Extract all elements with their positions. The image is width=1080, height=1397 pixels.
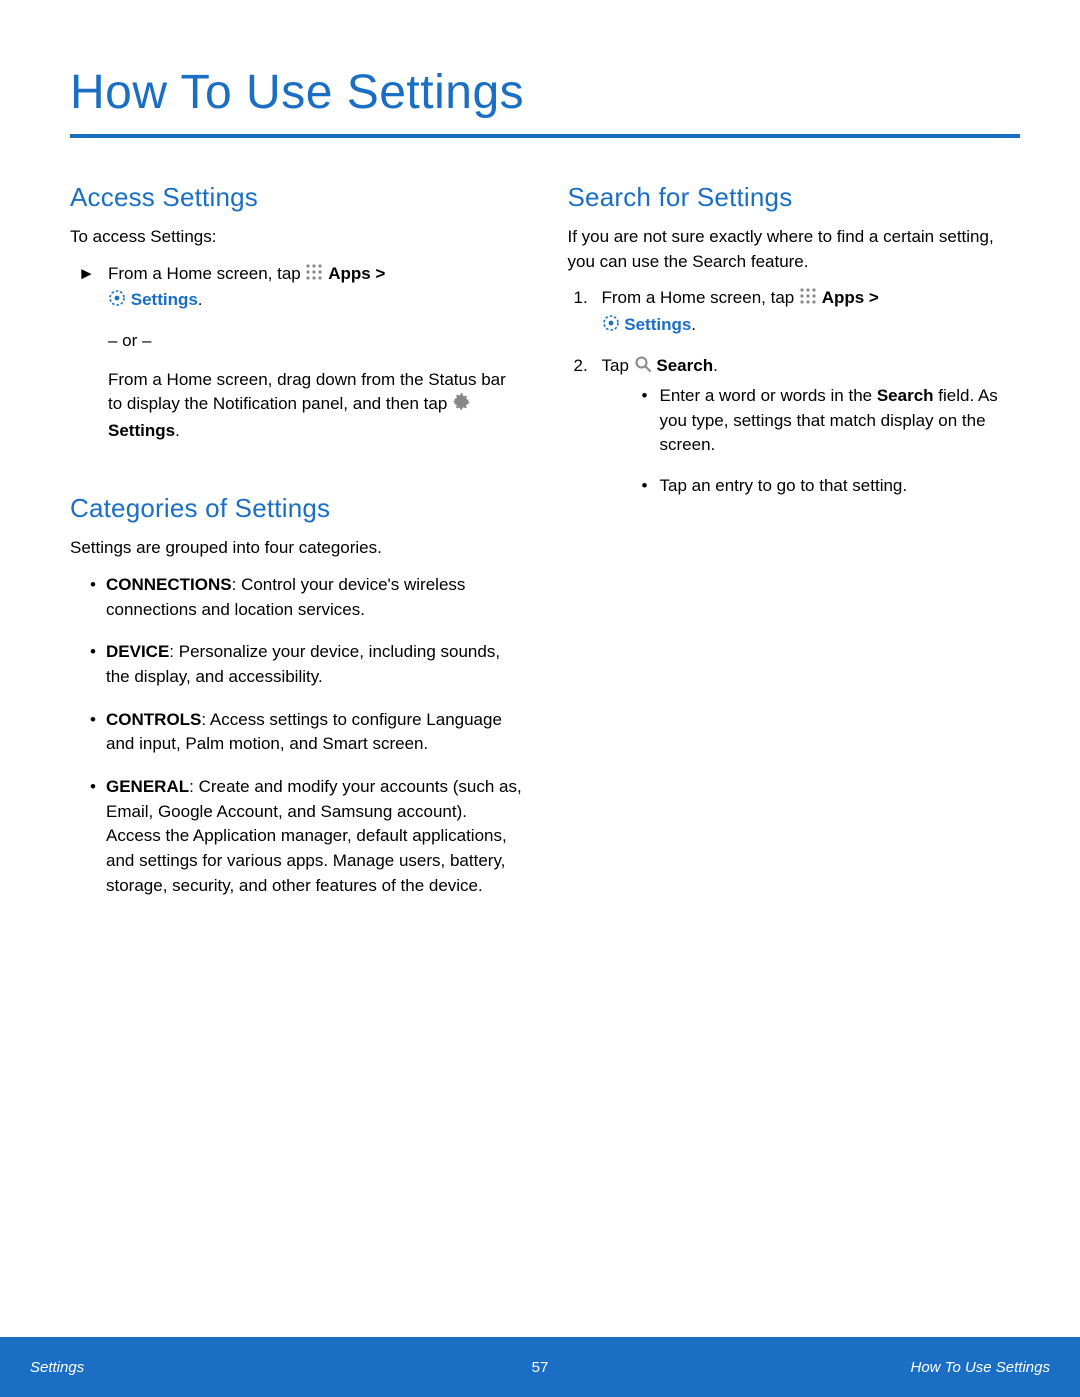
step-number: 1. <box>574 286 588 311</box>
access-step-primary: ► From a Home screen, tap Apps > Setting… <box>70 262 523 315</box>
categories-list: CONNECTIONS: Control your device's wirel… <box>70 573 523 898</box>
period: . <box>198 290 203 309</box>
apps-grid-icon <box>305 263 323 289</box>
categories-heading: Categories of Settings <box>70 493 523 524</box>
category-label: GENERAL <box>106 777 189 796</box>
substep-a-pre: Enter a word or words in the <box>660 386 877 405</box>
triangle-marker-icon: ► <box>78 262 95 287</box>
step-number: 2. <box>574 354 588 379</box>
period: . <box>713 356 718 375</box>
footer-page-number: 57 <box>532 1359 549 1376</box>
access-settings-heading: Access Settings <box>70 182 523 213</box>
gear-icon <box>452 393 470 419</box>
access-alt-prefix: From a Home screen, drag down from the S… <box>108 370 506 414</box>
access-step-alt: From a Home screen, drag down from the S… <box>70 368 523 444</box>
search-step-2: 2. Tap Search. Enter a word or words in … <box>568 354 1021 499</box>
settings-ring-icon <box>602 314 620 340</box>
search-settings-heading: Search for Settings <box>568 182 1021 213</box>
or-separator: – or – <box>70 329 523 354</box>
page-title: How To Use Settings <box>70 65 1020 138</box>
categories-intro: Settings are grouped into four categorie… <box>70 536 523 561</box>
apps-label: Apps <box>822 288 865 307</box>
settings-ring-icon <box>108 289 126 315</box>
search-steps: 1. From a Home screen, tap Apps > Settin… <box>568 286 1021 498</box>
search-icon <box>634 355 652 381</box>
category-item: CONNECTIONS: Control your device's wirel… <box>90 573 523 622</box>
access-step-text-prefix: From a Home screen, tap <box>108 264 305 283</box>
access-intro: To access Settings: <box>70 225 523 250</box>
search-intro: If you are not sure exactly where to fin… <box>568 225 1021 274</box>
page-footer: Settings 57 How To Use Settings <box>0 1337 1080 1397</box>
category-label: DEVICE <box>106 642 169 661</box>
period: . <box>691 315 696 334</box>
settings-label-blue: Settings <box>624 315 691 334</box>
footer-right: How To Use Settings <box>910 1359 1050 1376</box>
step2-prefix: Tap <box>602 356 634 375</box>
category-item: CONTROLS: Access settings to configure L… <box>90 708 523 757</box>
search-step-1: 1. From a Home screen, tap Apps > Settin… <box>568 286 1021 339</box>
substep-b: Tap an entry to go to that setting. <box>660 476 908 495</box>
left-column: Access Settings To access Settings: ► Fr… <box>70 182 523 918</box>
search-substep: Enter a word or words in the Search fiel… <box>642 384 1021 458</box>
gt-separator: > <box>864 288 879 307</box>
two-column-layout: Access Settings To access Settings: ► Fr… <box>70 182 1020 918</box>
substep-a-bold: Search <box>877 386 934 405</box>
apps-grid-icon <box>799 287 817 313</box>
category-label: CONNECTIONS <box>106 575 232 594</box>
period-2: . <box>175 421 180 440</box>
settings-label-blue: Settings <box>131 290 198 309</box>
apps-label: Apps <box>328 264 371 283</box>
footer-left: Settings <box>30 1359 84 1376</box>
search-substeps: Enter a word or words in the Search fiel… <box>602 384 1021 499</box>
search-substep: Tap an entry to go to that setting. <box>642 474 1021 499</box>
right-column: Search for Settings If you are not sure … <box>568 182 1021 918</box>
category-item: DEVICE: Personalize your device, includi… <box>90 640 523 689</box>
page-content: How To Use Settings Access Settings To a… <box>0 0 1080 918</box>
step1-prefix: From a Home screen, tap <box>602 288 799 307</box>
search-label: Search <box>656 356 713 375</box>
settings-label-bold: Settings <box>108 421 175 440</box>
gt-separator: > <box>371 264 386 283</box>
category-item: GENERAL: Create and modify your accounts… <box>90 775 523 898</box>
category-label: CONTROLS <box>106 710 201 729</box>
